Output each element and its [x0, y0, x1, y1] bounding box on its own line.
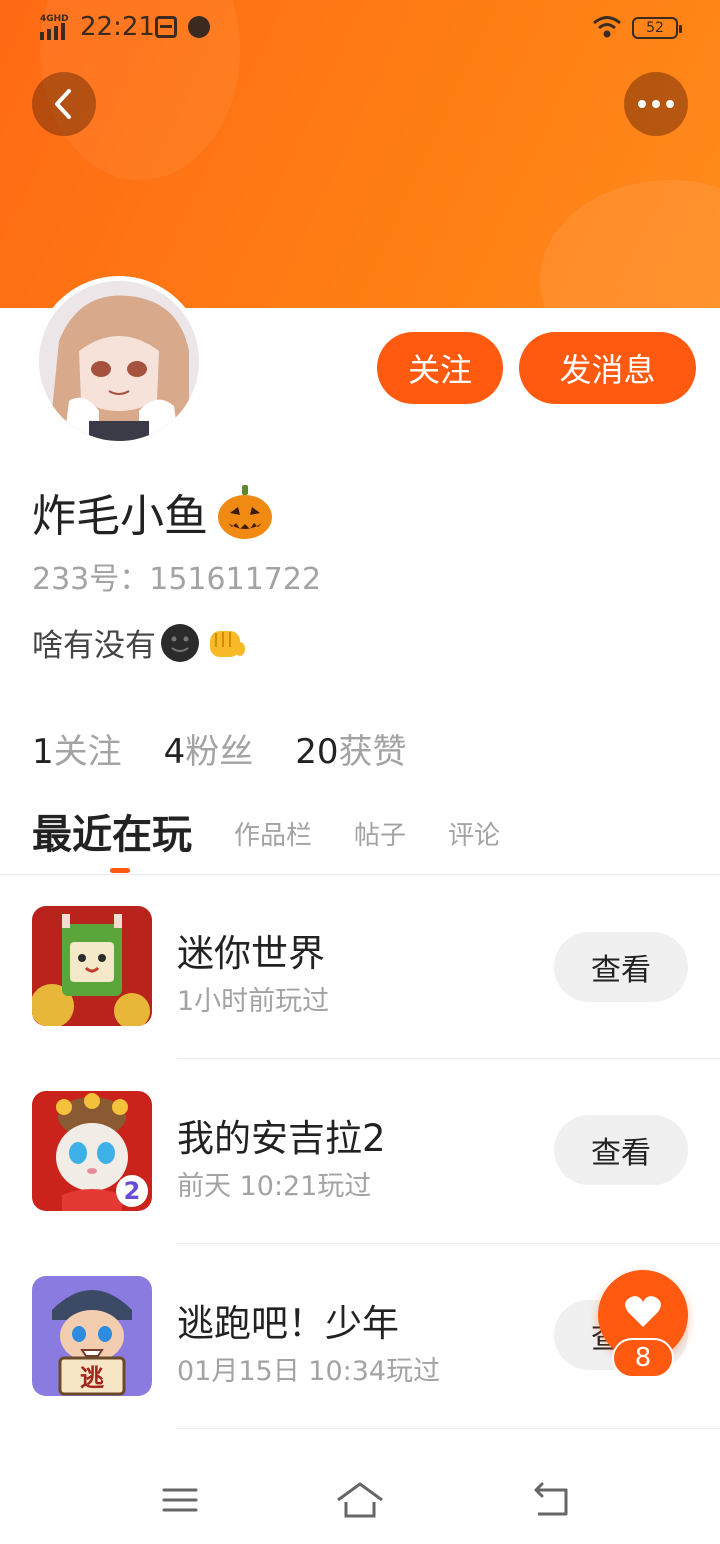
- stat-following[interactable]: 1关注: [32, 724, 122, 773]
- stat-number: 20: [295, 732, 339, 772]
- list-item[interactable]: 迷你世界 1小时前玩过 查看: [0, 875, 720, 1060]
- angela-icon: 2: [32, 1091, 152, 1211]
- pumpkin-emoji-icon: [218, 485, 272, 539]
- game-name: 迷你世界: [177, 932, 325, 975]
- divider: [177, 1243, 720, 1244]
- game-name: 逃跑吧！少年: [177, 1302, 399, 1345]
- stat-number: 4: [163, 732, 186, 772]
- tab-posts[interactable]: 帖子: [354, 815, 406, 864]
- game-last-played: 01月15日 10:34玩过: [177, 1356, 441, 1387]
- profile-tabs: 最近在玩 作品栏 帖子 评论: [32, 804, 720, 864]
- sim-card-icon: [155, 16, 177, 38]
- view-button[interactable]: 查看: [554, 1115, 688, 1185]
- stat-label: 粉丝: [185, 732, 254, 772]
- bio: 啥有没有: [32, 620, 246, 665]
- fist-bump-emoji-icon: [210, 630, 245, 657]
- avatar[interactable]: [34, 276, 204, 446]
- send-message-button[interactable]: 发消息: [519, 332, 696, 404]
- chevron-left-icon: [55, 89, 71, 119]
- status-bar: 4GHD 22:21 52: [0, 0, 720, 58]
- user-id: 233号：151611722: [32, 562, 322, 597]
- username-row: 炸毛小鱼: [32, 480, 274, 544]
- more-button[interactable]: [624, 72, 688, 136]
- dark-smiley-emoji-icon: [161, 623, 199, 662]
- tab-recently-played[interactable]: 最近在玩: [32, 802, 192, 864]
- follow-button[interactable]: 关注: [377, 332, 503, 404]
- bio-text: 啥有没有: [32, 628, 156, 664]
- game-last-played: 前天 10:21玩过: [177, 1171, 372, 1202]
- stat-label: 关注: [53, 732, 122, 772]
- like-count-badge: 8: [612, 1338, 674, 1378]
- stat-number: 1: [32, 732, 54, 772]
- list-item[interactable]: 2 我的安吉拉2 前天 10:21玩过 查看: [0, 1060, 720, 1245]
- menu-icon[interactable]: [156, 1476, 204, 1524]
- divider: [177, 1058, 720, 1059]
- more-dots-icon: [638, 100, 674, 108]
- back-button[interactable]: [32, 72, 96, 136]
- username: 炸毛小鱼: [32, 491, 208, 542]
- svg-text:逃: 逃: [80, 1364, 104, 1392]
- mini-world-icon: [32, 906, 152, 1026]
- banner-decoration: [540, 180, 720, 308]
- escape-boy-icon: 逃: [32, 1276, 152, 1396]
- wifi-icon: [593, 16, 621, 38]
- profile-stats: 1关注 4粉丝 20获赞: [32, 724, 407, 773]
- network-signal-icon: 4GHD: [38, 14, 72, 42]
- game-name: 我的安吉拉2: [177, 1117, 386, 1160]
- active-tab-indicator: [110, 868, 130, 873]
- compass-icon: [188, 16, 210, 38]
- system-navigation-bar: [0, 1456, 720, 1544]
- heart-icon: [625, 1296, 661, 1327]
- home-icon[interactable]: [336, 1476, 384, 1524]
- svg-text:2: 2: [124, 1177, 141, 1205]
- view-button[interactable]: 查看: [554, 932, 688, 1002]
- stat-label: 获赞: [338, 732, 407, 772]
- divider: [177, 1428, 720, 1429]
- game-last-played: 1小时前玩过: [177, 986, 330, 1017]
- tab-works[interactable]: 作品栏: [234, 815, 312, 864]
- clock: 22:21: [80, 12, 155, 42]
- stat-likes[interactable]: 20获赞: [295, 724, 406, 773]
- tab-comments[interactable]: 评论: [448, 815, 500, 864]
- back-icon[interactable]: [526, 1476, 574, 1524]
- battery-indicator: 52: [632, 17, 682, 39]
- avatar-illustration: [39, 281, 199, 441]
- stat-fans[interactable]: 4粉丝: [164, 724, 254, 773]
